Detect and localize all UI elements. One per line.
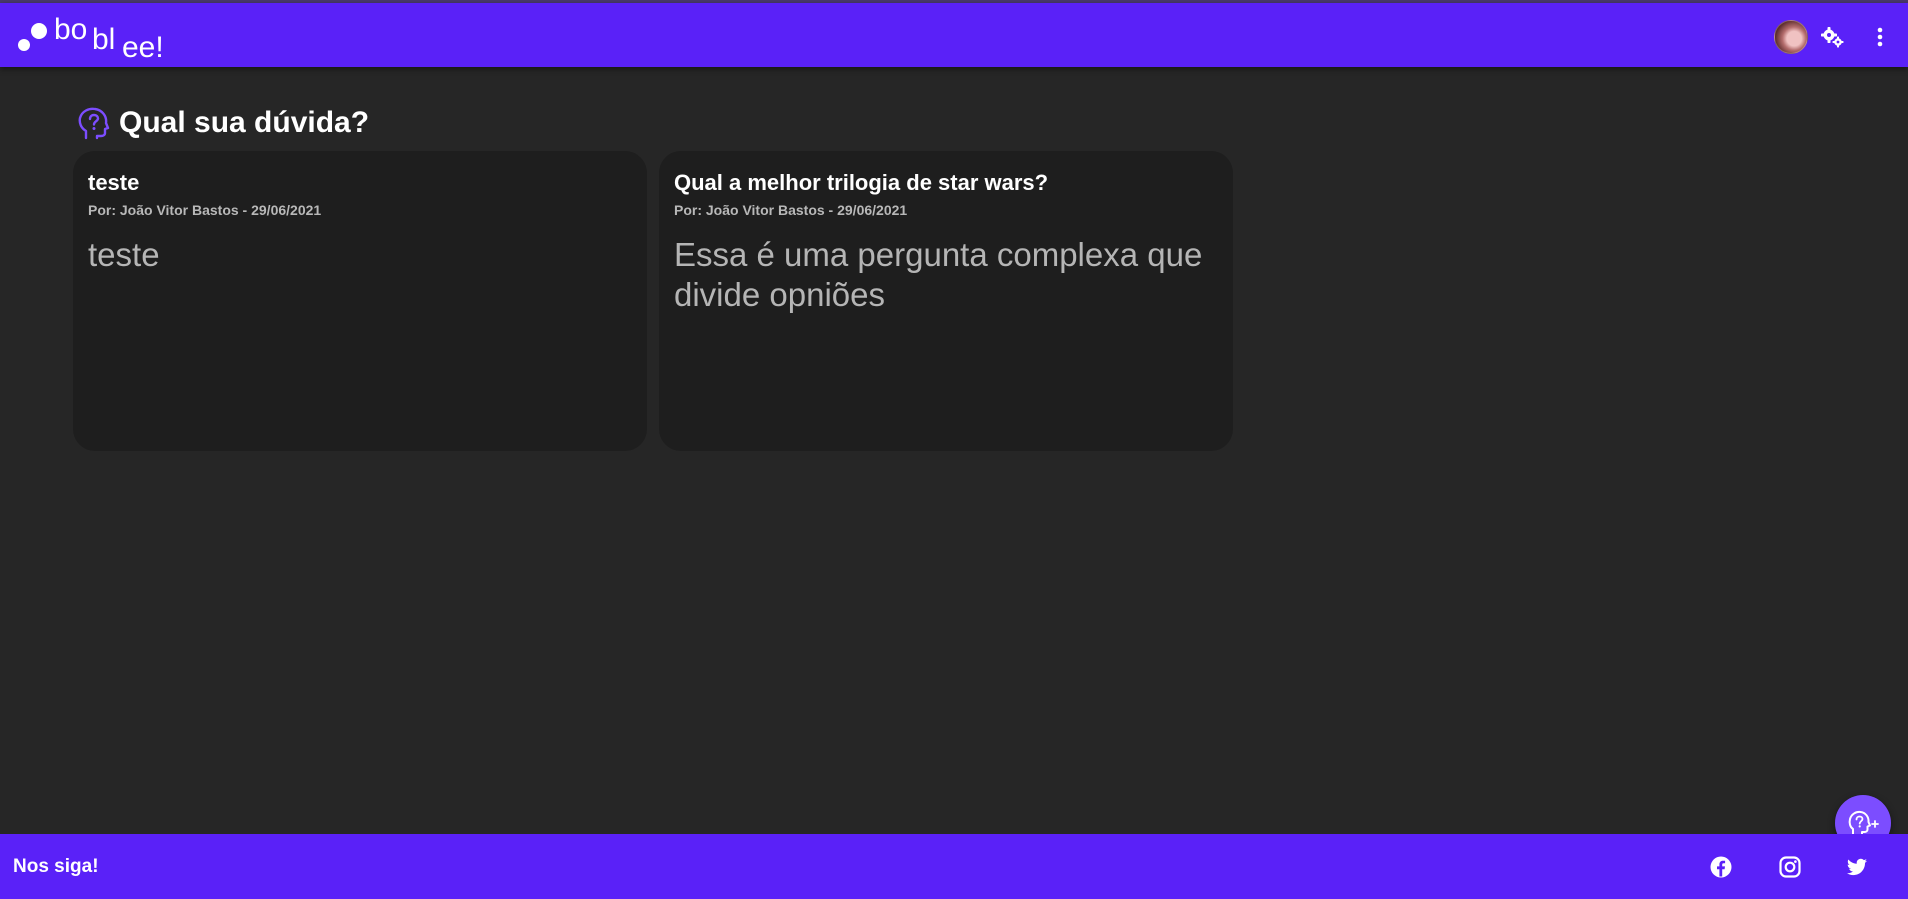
- brand-part-1: bo: [54, 13, 88, 46]
- question-card[interactable]: teste Por: João Vitor Bastos - 29/06/202…: [73, 151, 647, 451]
- brand-wordmark: bo bl ee!: [54, 13, 184, 64]
- user-avatar[interactable]: [1774, 20, 1808, 54]
- app-footer: Nos siga!: [0, 834, 1908, 899]
- question-card[interactable]: Qual a melhor trilogia de star wars? Por…: [659, 151, 1233, 451]
- follow-us-label: Nos siga!: [13, 856, 99, 877]
- settings-gears-icon[interactable]: [1818, 23, 1846, 51]
- logo-dot-small: [18, 39, 30, 51]
- instagram-icon[interactable]: [1778, 855, 1802, 879]
- question-body: Essa é uma pergunta complexa que divide …: [674, 236, 1203, 313]
- page-title-text: Qual sua dúvida?: [119, 106, 370, 139]
- logo-dot-large: [31, 23, 47, 39]
- question-meta: Por: João Vitor Bastos - 29/06/2021: [674, 202, 908, 218]
- more-vert-icon[interactable]: [1866, 23, 1894, 51]
- question-title: Qual a melhor trilogia de star wars?: [674, 170, 1049, 195]
- brand-part-2: bl: [92, 23, 116, 56]
- facebook-icon[interactable]: [1709, 855, 1733, 879]
- head-question-icon: [76, 107, 110, 141]
- question-body: teste: [88, 236, 160, 273]
- brand-part-3: ee!: [122, 31, 164, 64]
- twitter-icon[interactable]: [1845, 855, 1869, 879]
- brand-logo[interactable]: bo bl ee!: [18, 13, 178, 64]
- app-header: bo bl ee!: [0, 3, 1908, 67]
- question-meta: Por: João Vitor Bastos - 29/06/2021: [88, 202, 322, 218]
- question-title: teste: [88, 170, 140, 195]
- add-question-icon: [1848, 810, 1879, 835]
